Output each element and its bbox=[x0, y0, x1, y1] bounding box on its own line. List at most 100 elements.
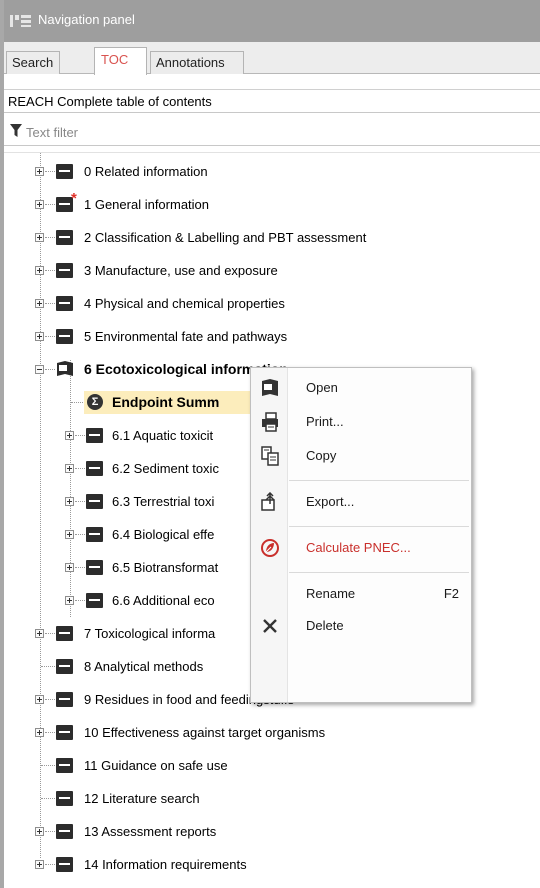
document-icon bbox=[56, 824, 73, 839]
tree-item[interactable]: 13 Assessment reports bbox=[4, 815, 540, 848]
tree-item-label: 11 Guidance on safe use bbox=[84, 758, 228, 773]
panel-titlebar: Navigation panel bbox=[4, 0, 540, 42]
tree-item-label: 5 Environmental fate and pathways bbox=[84, 329, 288, 344]
document-icon bbox=[56, 626, 73, 641]
expand-icon[interactable] bbox=[35, 629, 44, 638]
document-icon bbox=[56, 758, 73, 773]
tree-item-label: 6.2 Sediment toxic bbox=[112, 461, 219, 476]
tree-item[interactable]: 5 Environmental fate and pathways bbox=[4, 320, 540, 353]
expand-icon[interactable] bbox=[35, 695, 44, 704]
expand-icon[interactable] bbox=[35, 728, 44, 737]
document-icon bbox=[56, 296, 73, 311]
tree-item-label: 14 Information requirements bbox=[84, 857, 247, 872]
context-menu: Open Print... Copy Export... Calculate P… bbox=[250, 367, 472, 703]
menu-item-print[interactable]: Print... bbox=[251, 406, 471, 438]
expand-icon[interactable] bbox=[35, 332, 44, 341]
text-filter-bar bbox=[4, 118, 540, 146]
expand-icon[interactable] bbox=[35, 167, 44, 176]
panel-title: Navigation panel bbox=[38, 12, 135, 27]
menu-separator bbox=[289, 526, 469, 527]
open-book-icon bbox=[57, 361, 73, 376]
navigation-panel-icon bbox=[10, 15, 31, 27]
tab-search[interactable]: Search bbox=[6, 51, 60, 74]
document-icon bbox=[56, 692, 73, 707]
document-icon bbox=[56, 725, 73, 740]
menu-item-label: Print... bbox=[306, 414, 344, 429]
tree-item-label: 6.6 Additional eco bbox=[112, 593, 215, 608]
menu-item-open[interactable]: Open bbox=[251, 372, 471, 404]
tree-item-label: 13 Assessment reports bbox=[84, 824, 217, 839]
tree-item-label: 2 Classification & Labelling and PBT ass… bbox=[84, 230, 367, 245]
tab-annotations[interactable]: Annotations bbox=[150, 51, 244, 74]
tree-item-label: Endpoint Summ bbox=[112, 394, 220, 410]
tree-item-label: 1 General information bbox=[84, 197, 210, 212]
document-icon bbox=[56, 857, 73, 872]
expand-icon[interactable] bbox=[35, 266, 44, 275]
sigma-icon: Σ bbox=[87, 394, 103, 410]
tree-item-label: 6.5 Biotransformat bbox=[112, 560, 219, 575]
expand-icon[interactable] bbox=[65, 530, 74, 539]
pnec-icon bbox=[261, 539, 279, 557]
tree-item[interactable]: 10 Effectiveness against target organism… bbox=[4, 716, 540, 749]
menu-item-label: Rename bbox=[306, 586, 356, 601]
menu-item-shortcut: F2 bbox=[443, 586, 459, 601]
tree-item[interactable]: 3 Manufacture, use and exposure bbox=[4, 254, 540, 287]
expand-icon[interactable] bbox=[35, 860, 44, 869]
document-icon bbox=[56, 791, 73, 806]
expand-icon[interactable] bbox=[35, 200, 44, 209]
menu-item-label: Delete bbox=[306, 618, 344, 633]
tree-item[interactable]: 0 Related information bbox=[4, 155, 540, 188]
expand-icon[interactable] bbox=[35, 827, 44, 836]
menu-item-label: Export... bbox=[306, 494, 355, 509]
document-icon bbox=[86, 494, 103, 509]
tree-item-label: 10 Effectiveness against target organism… bbox=[84, 725, 326, 740]
filter-icon bbox=[10, 124, 22, 137]
menu-item-copy[interactable]: Copy bbox=[251, 440, 471, 472]
expand-icon[interactable] bbox=[65, 497, 74, 506]
tree-item[interactable]: 14 Information requirements bbox=[4, 848, 540, 881]
menu-item-rename[interactable]: Rename F2 bbox=[251, 578, 471, 610]
copy-icon bbox=[261, 446, 279, 466]
document-icon bbox=[56, 230, 73, 245]
tree-item-label: 4 Physical and chemical properties bbox=[84, 296, 285, 311]
expand-icon[interactable] bbox=[65, 464, 74, 473]
document-icon bbox=[86, 593, 103, 608]
close-icon bbox=[263, 619, 277, 633]
expand-icon[interactable] bbox=[65, 431, 74, 440]
menu-separator bbox=[289, 572, 469, 573]
document-icon bbox=[86, 428, 103, 443]
tree-item[interactable]: * 1 General information bbox=[4, 188, 540, 221]
tree-item[interactable]: 2 Classification & Labelling and PBT ass… bbox=[4, 221, 540, 254]
tree-item-label: 8 Analytical methods bbox=[84, 659, 204, 674]
expand-icon[interactable] bbox=[65, 563, 74, 572]
menu-item-label: Calculate PNEC... bbox=[306, 540, 411, 555]
document-icon bbox=[86, 560, 103, 575]
collapse-icon[interactable] bbox=[35, 365, 44, 374]
expand-icon[interactable] bbox=[35, 233, 44, 242]
document-icon bbox=[86, 461, 103, 476]
toc-title: REACH Complete table of contents bbox=[4, 89, 540, 113]
menu-item-export[interactable]: Export... bbox=[251, 486, 471, 518]
tree-item[interactable]: 4 Physical and chemical properties bbox=[4, 287, 540, 320]
expand-icon[interactable] bbox=[65, 596, 74, 605]
menu-item-label: Open bbox=[306, 380, 338, 395]
export-icon bbox=[261, 492, 275, 511]
navigation-panel: Navigation panel Search TOC Annotations … bbox=[0, 0, 540, 888]
menu-separator bbox=[289, 480, 469, 481]
tree-item-label: 6.1 Aquatic toxicit bbox=[112, 428, 214, 443]
document-icon bbox=[56, 659, 73, 674]
tree-item-label: 0 Related information bbox=[84, 164, 208, 179]
tree-item-label: 12 Literature search bbox=[84, 791, 200, 806]
expand-icon[interactable] bbox=[35, 299, 44, 308]
tab-toc[interactable]: TOC bbox=[94, 47, 147, 75]
tab-strip: Search TOC Annotations bbox=[4, 42, 540, 75]
tree-item-label: 3 Manufacture, use and exposure bbox=[84, 263, 278, 278]
required-flag-icon: * bbox=[71, 190, 77, 207]
tree-item[interactable]: 11 Guidance on safe use bbox=[4, 749, 540, 782]
print-icon bbox=[262, 412, 278, 432]
tree-item[interactable]: 12 Literature search bbox=[4, 782, 540, 815]
menu-item-delete[interactable]: Delete bbox=[251, 610, 471, 642]
tree-item-label: 6.4 Biological effe bbox=[112, 527, 215, 542]
menu-item-calculate-pnec[interactable]: Calculate PNEC... bbox=[251, 532, 471, 564]
text-filter-input[interactable] bbox=[26, 121, 526, 143]
